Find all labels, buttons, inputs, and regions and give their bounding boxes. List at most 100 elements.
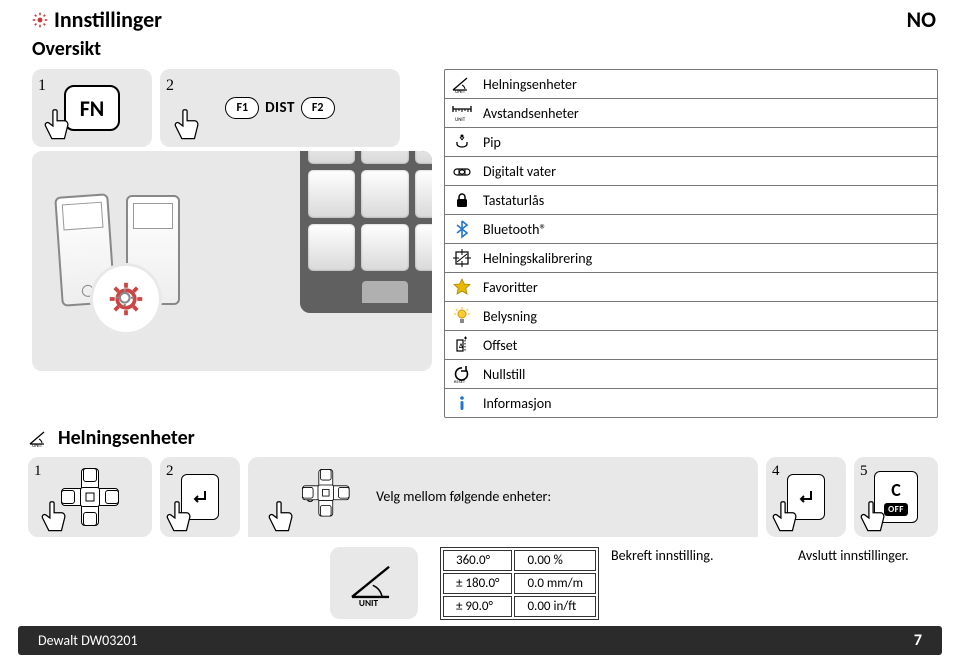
grid-cell[interactable] — [415, 170, 432, 217]
step-number: 1 — [34, 463, 42, 480]
device-illustration — [32, 151, 432, 371]
table-row: ± 90.0° 0.00 in/ft — [443, 596, 596, 617]
settings-row-level[interactable]: Digitalt vater — [445, 157, 937, 186]
grid-tab — [362, 281, 408, 303]
slope-unit-large-icon: UNIT — [345, 557, 403, 609]
page-title: Innstillinger — [54, 6, 162, 33]
grid-cell[interactable] — [415, 224, 432, 271]
settings-row-favorites[interactable]: Favoritter — [445, 273, 937, 302]
svg-text:UNIT: UNIT — [455, 117, 466, 123]
settings-label: Tastaturlås — [483, 192, 544, 209]
dpad-up[interactable] — [83, 468, 97, 482]
f1-key[interactable]: F1 — [225, 97, 259, 119]
top-step-row: 1 FN 2 F1 DIST F2 — [32, 69, 432, 147]
f2-key[interactable]: F2 — [301, 97, 335, 119]
step-b2-panel: 2 — [160, 457, 240, 537]
exit-caption: Avslutt innstillinger. — [798, 547, 938, 564]
settings-row-slope-units[interactable]: UNIT Helningsenheter — [445, 70, 937, 99]
settings-label: Bluetooth® — [483, 221, 547, 238]
section-heading: Helningsenheter — [58, 426, 195, 450]
grid-bottom — [308, 277, 432, 303]
settings-row-distance-units[interactable]: UNIT Avstandsenheter — [445, 99, 937, 128]
grid-cell[interactable] — [415, 151, 432, 164]
dpad-center[interactable] — [80, 487, 100, 507]
dpad[interactable] — [61, 468, 119, 526]
dpad-left[interactable] — [302, 487, 313, 498]
lock-icon — [451, 190, 473, 210]
grid-cell[interactable] — [308, 170, 355, 217]
slope-unit-icon: UNIT — [451, 74, 473, 94]
enter-key[interactable] — [787, 474, 825, 520]
table-row: 360.0° 0.00 % — [443, 550, 596, 571]
settings-row-beep[interactable]: Pip — [445, 128, 937, 157]
grid-cell[interactable] — [361, 170, 408, 217]
gear-icon — [32, 12, 48, 28]
svg-text:UNIT: UNIT — [455, 89, 466, 94]
page-header: Innstillinger Oversikt NO — [0, 0, 960, 61]
dpad-center[interactable] — [318, 485, 334, 501]
settings-row-calibration[interactable]: Helningskalibrering — [445, 244, 937, 273]
svg-text:UNIT: UNIT — [32, 443, 43, 448]
step-2-panel: 2 F1 DIST F2 — [160, 69, 400, 147]
svg-text:UNIT: UNIT — [359, 598, 379, 609]
dpad[interactable] — [302, 469, 350, 517]
step-number: 2 — [166, 77, 174, 95]
calibration-icon — [451, 248, 473, 268]
hand-pointer-icon — [164, 105, 206, 147]
dpad-up[interactable] — [320, 469, 331, 480]
settings-list: UNIT Helningsenheter UNIT Avstandsenhete… — [444, 69, 938, 418]
dpad-left[interactable] — [61, 490, 75, 504]
grid-cell[interactable] — [361, 151, 408, 164]
info-icon — [451, 393, 473, 413]
step-1-panel: 1 FN — [32, 69, 152, 147]
settings-label: Helningsenheter — [483, 76, 577, 93]
dpad-right[interactable] — [338, 487, 349, 498]
distance-unit-icon: UNIT — [451, 103, 473, 123]
settings-row-info[interactable]: Informasjon — [445, 389, 937, 417]
c-label: C — [891, 479, 901, 501]
settings-row-reset[interactable]: RESET Nullstill — [445, 360, 937, 389]
step-number: 2 — [166, 463, 174, 480]
table-row: ± 180.0° 0.0 mm/m — [443, 573, 596, 594]
c-off-key[interactable]: C OFF — [874, 471, 918, 523]
off-label: OFF — [884, 503, 908, 516]
dpad-right[interactable] — [105, 490, 119, 504]
table-cell: ± 90.0° — [443, 596, 512, 617]
table-cell: 360.0° — [443, 550, 512, 571]
grid-cell[interactable] — [361, 224, 408, 271]
settings-column: UNIT Helningsenheter UNIT Avstandsenhete… — [444, 69, 938, 422]
dist-label: DIST — [265, 99, 295, 117]
unit-icon-panel: UNIT — [330, 547, 418, 619]
level-icon — [451, 161, 473, 181]
settings-row-offset[interactable]: Δ Offset — [445, 331, 937, 360]
table-cell: ± 180.0° — [443, 573, 512, 594]
settings-label: Helningskalibrering — [483, 250, 592, 267]
gear-circle — [90, 263, 162, 335]
step-b5-panel: 5 C OFF — [854, 457, 938, 537]
reset-icon: RESET — [451, 364, 473, 384]
left-column: 1 FN 2 F1 DIST F2 — [32, 69, 432, 422]
svg-text:RESET: RESET — [454, 380, 466, 384]
page-subtitle: Oversikt — [32, 37, 162, 61]
dpad-down[interactable] — [320, 505, 331, 516]
grid-cell[interactable] — [308, 224, 355, 271]
favorites-icon — [451, 277, 473, 297]
illumination-icon — [451, 306, 473, 326]
step-b3-panel: 3 Velg mellom følgende enheter: — [248, 457, 758, 537]
enter-key[interactable] — [181, 474, 219, 520]
dpad-down[interactable] — [83, 512, 97, 526]
settings-row-bluetooth[interactable]: Bluetooth® — [445, 215, 937, 244]
settings-row-illumination[interactable]: Belysning — [445, 302, 937, 331]
main-area: 1 FN 2 F1 DIST F2 — [0, 61, 960, 426]
settings-label: Avstandsenheter — [483, 105, 579, 122]
offset-icon: Δ — [451, 335, 473, 355]
title-row: Innstillinger — [32, 6, 162, 33]
fn-key[interactable]: FN — [64, 85, 120, 131]
settings-row-keylock[interactable]: Tastaturlås — [445, 186, 937, 215]
settings-label: Belysning — [483, 308, 537, 325]
step-number: 4 — [772, 463, 780, 480]
step-b1-panel: 1 — [28, 457, 152, 537]
step-number: 5 — [860, 463, 868, 480]
grid-cell[interactable] — [308, 151, 355, 164]
select-instruction: Velg mellom følgende enheter: — [376, 489, 551, 506]
